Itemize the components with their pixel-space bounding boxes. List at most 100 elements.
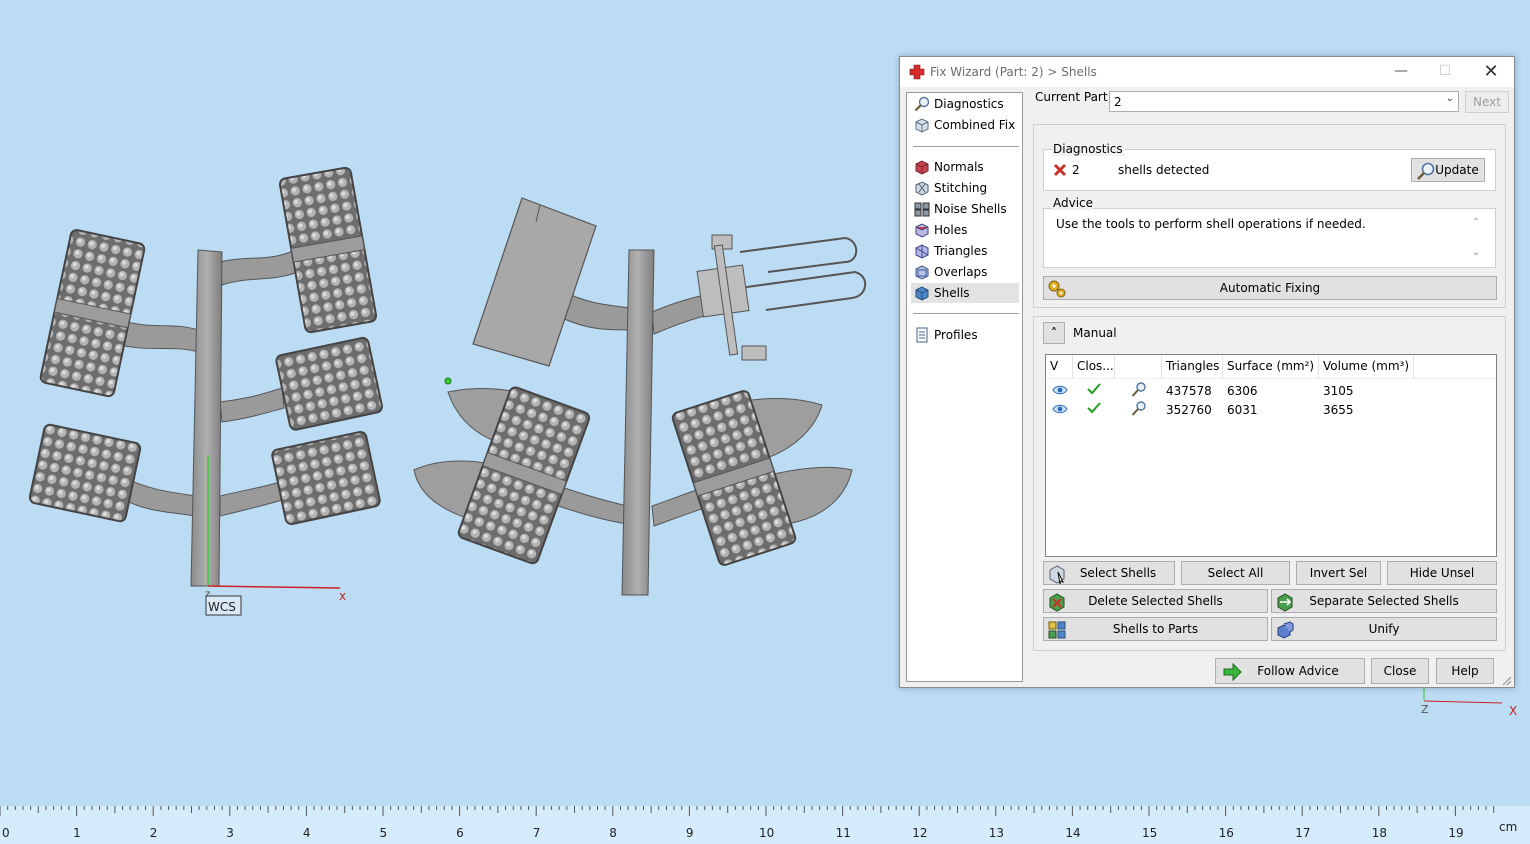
gears-icon <box>1048 280 1066 298</box>
triangles-icon <box>915 244 929 259</box>
dialog-titlebar[interactable]: Fix Wizard (Part: 2) > Shells — ☐ ✕ <box>900 57 1514 87</box>
nav-item-profiles[interactable]: Profiles <box>911 325 1019 345</box>
diagnostics-title: Diagnostics <box>1052 142 1124 156</box>
close-button[interactable]: Close <box>1371 658 1429 684</box>
mini-axis-z-label: Z <box>1421 703 1429 716</box>
follow-advice-button[interactable]: Follow Advice <box>1215 658 1365 684</box>
automatic-fixing-button[interactable]: Automatic Fixing <box>1043 276 1497 300</box>
nav-label: Holes <box>934 223 968 237</box>
ruler-tick-label: 14 <box>1065 826 1081 840</box>
ruler-tick-label: 5 <box>379 826 388 840</box>
ruler-tick-label: 16 <box>1218 826 1234 840</box>
nav-item-shells[interactable]: Shells <box>911 283 1019 303</box>
shells-table[interactable]: V Clos... Triangles Surface (mm²) Volume… <box>1045 354 1497 557</box>
magnifier-icon <box>914 96 930 112</box>
current-part-select[interactable]: 2 ⌄ <box>1109 91 1459 112</box>
ruler-tick-label: 12 <box>912 826 928 840</box>
update-button-label: Update <box>1435 163 1479 177</box>
next-button[interactable]: Next <box>1465 91 1509 113</box>
col-header-action[interactable] <box>1115 355 1162 378</box>
red-cross-icon <box>909 64 925 80</box>
current-part-label: Current Part: <box>1035 90 1112 104</box>
nav-item-triangles[interactable]: Triangles <box>911 241 1019 261</box>
magnifier-icon[interactable] <box>1130 400 1148 418</box>
select-shells-button[interactable]: Select Shells <box>1043 561 1175 585</box>
scroll-up-icon[interactable]: ⌃ <box>1472 217 1480 228</box>
model-part-2[interactable] <box>413 197 867 596</box>
separate-selected-label: Separate Selected Shells <box>1309 594 1459 608</box>
help-button[interactable]: Help <box>1436 658 1494 684</box>
nav-item-diagnostics[interactable]: Diagnostics <box>911 94 1019 114</box>
ruler-tick-label: 8 <box>609 826 617 840</box>
shell-count: 2 <box>1072 163 1080 177</box>
profiles-icon <box>916 327 928 343</box>
table-header-divider <box>1046 378 1496 379</box>
col-header-surface[interactable]: Surface (mm²) <box>1223 355 1319 378</box>
col-header-visible[interactable]: V <box>1046 355 1073 378</box>
holes-icon <box>915 223 929 238</box>
ruler-tick-label: 7 <box>532 826 541 840</box>
nav-item-combined-fix[interactable]: Combined Fix <box>911 115 1019 135</box>
nav-label: Overlaps <box>934 265 988 279</box>
fix-wizard-dialog: Fix Wizard (Part: 2) > Shells — ☐ ✕ Diag… <box>899 56 1515 688</box>
update-button[interactable]: Update <box>1411 158 1485 182</box>
nav-label: Profiles <box>934 328 978 342</box>
ruler-tick-label: 6 <box>456 826 464 840</box>
collapse-manual-button[interactable]: ˄ <box>1043 322 1065 344</box>
select-shells-icon <box>1049 565 1065 584</box>
current-part-value: 2 <box>1114 95 1122 109</box>
close-label: Close <box>1383 664 1417 678</box>
magnifier-icon <box>1417 162 1435 180</box>
ruler-tick-label: 17 <box>1295 826 1311 840</box>
nav-item-stitching[interactable]: Stitching <box>911 178 1019 198</box>
select-all-label: Select All <box>1207 566 1264 580</box>
mini-axis-x-label: X <box>1509 704 1517 718</box>
eye-icon[interactable] <box>1052 384 1068 396</box>
nav-item-normals[interactable]: Normals <box>911 157 1019 177</box>
dialog-title: Fix Wizard (Part: 2) > Shells <box>930 65 1097 79</box>
advice-text: Use the tools to perform shell operation… <box>1056 217 1366 231</box>
diagnostics-text: shells detected <box>1118 163 1210 177</box>
maximize-button[interactable]: ☐ <box>1422 57 1468 87</box>
separate-selected-shells-button[interactable]: Separate Selected Shells <box>1271 589 1497 613</box>
help-label: Help <box>1451 664 1479 678</box>
delete-selected-label: Delete Selected Shells <box>1088 594 1223 608</box>
nav-item-noise-shells[interactable]: Noise Shells <box>911 199 1019 219</box>
col-header-volume[interactable]: Volume (mm³) <box>1319 355 1414 378</box>
close-window-button[interactable]: ✕ <box>1468 57 1514 87</box>
ruler-tick-label: 11 <box>835 826 851 840</box>
resize-grip-icon[interactable] <box>1502 676 1512 686</box>
delete-selected-shells-button[interactable]: Delete Selected Shells <box>1043 589 1268 613</box>
separate-shells-icon <box>1277 593 1293 612</box>
unify-label: Unify <box>1368 622 1400 636</box>
manual-title: Manual <box>1073 326 1117 340</box>
col-header-triangles[interactable]: Triangles <box>1162 355 1223 378</box>
col-header-closed[interactable]: Clos... <box>1073 355 1115 378</box>
cube-icon <box>915 118 929 133</box>
checkmark-icon <box>1087 383 1101 395</box>
nav-label: Combined Fix <box>934 118 1016 132</box>
unify-button[interactable]: Unify <box>1271 617 1497 641</box>
nav-label: Stitching <box>934 181 988 195</box>
ruler-tick-label: 18 <box>1371 826 1388 840</box>
scroll-down-icon[interactable]: ⌄ <box>1472 247 1480 258</box>
next-button-label: Next <box>1473 95 1501 109</box>
select-shells-label: Select Shells <box>1079 566 1157 580</box>
checkmark-icon <box>1087 402 1101 414</box>
model-part-1[interactable] <box>28 166 383 587</box>
nav-separator <box>913 146 1019 147</box>
nav-label: Triangles <box>934 244 988 258</box>
nav-item-overlaps[interactable]: Overlaps <box>911 262 1019 282</box>
minimize-button[interactable]: — <box>1378 57 1424 87</box>
eye-icon[interactable] <box>1052 403 1068 415</box>
ruler-tick-label: 3 <box>226 826 234 840</box>
hide-unsel-button[interactable]: Hide Unsel <box>1387 561 1497 585</box>
magnifier-icon[interactable] <box>1130 381 1148 399</box>
select-all-button[interactable]: Select All <box>1181 561 1290 585</box>
invert-sel-button[interactable]: Invert Sel <box>1296 561 1381 585</box>
shells-to-parts-icon <box>1048 621 1066 639</box>
nav-item-holes[interactable]: Holes <box>911 220 1019 240</box>
shells-to-parts-button[interactable]: Shells to Parts <box>1043 617 1268 641</box>
unify-icon <box>1277 621 1294 639</box>
error-x-icon <box>1053 163 1067 177</box>
